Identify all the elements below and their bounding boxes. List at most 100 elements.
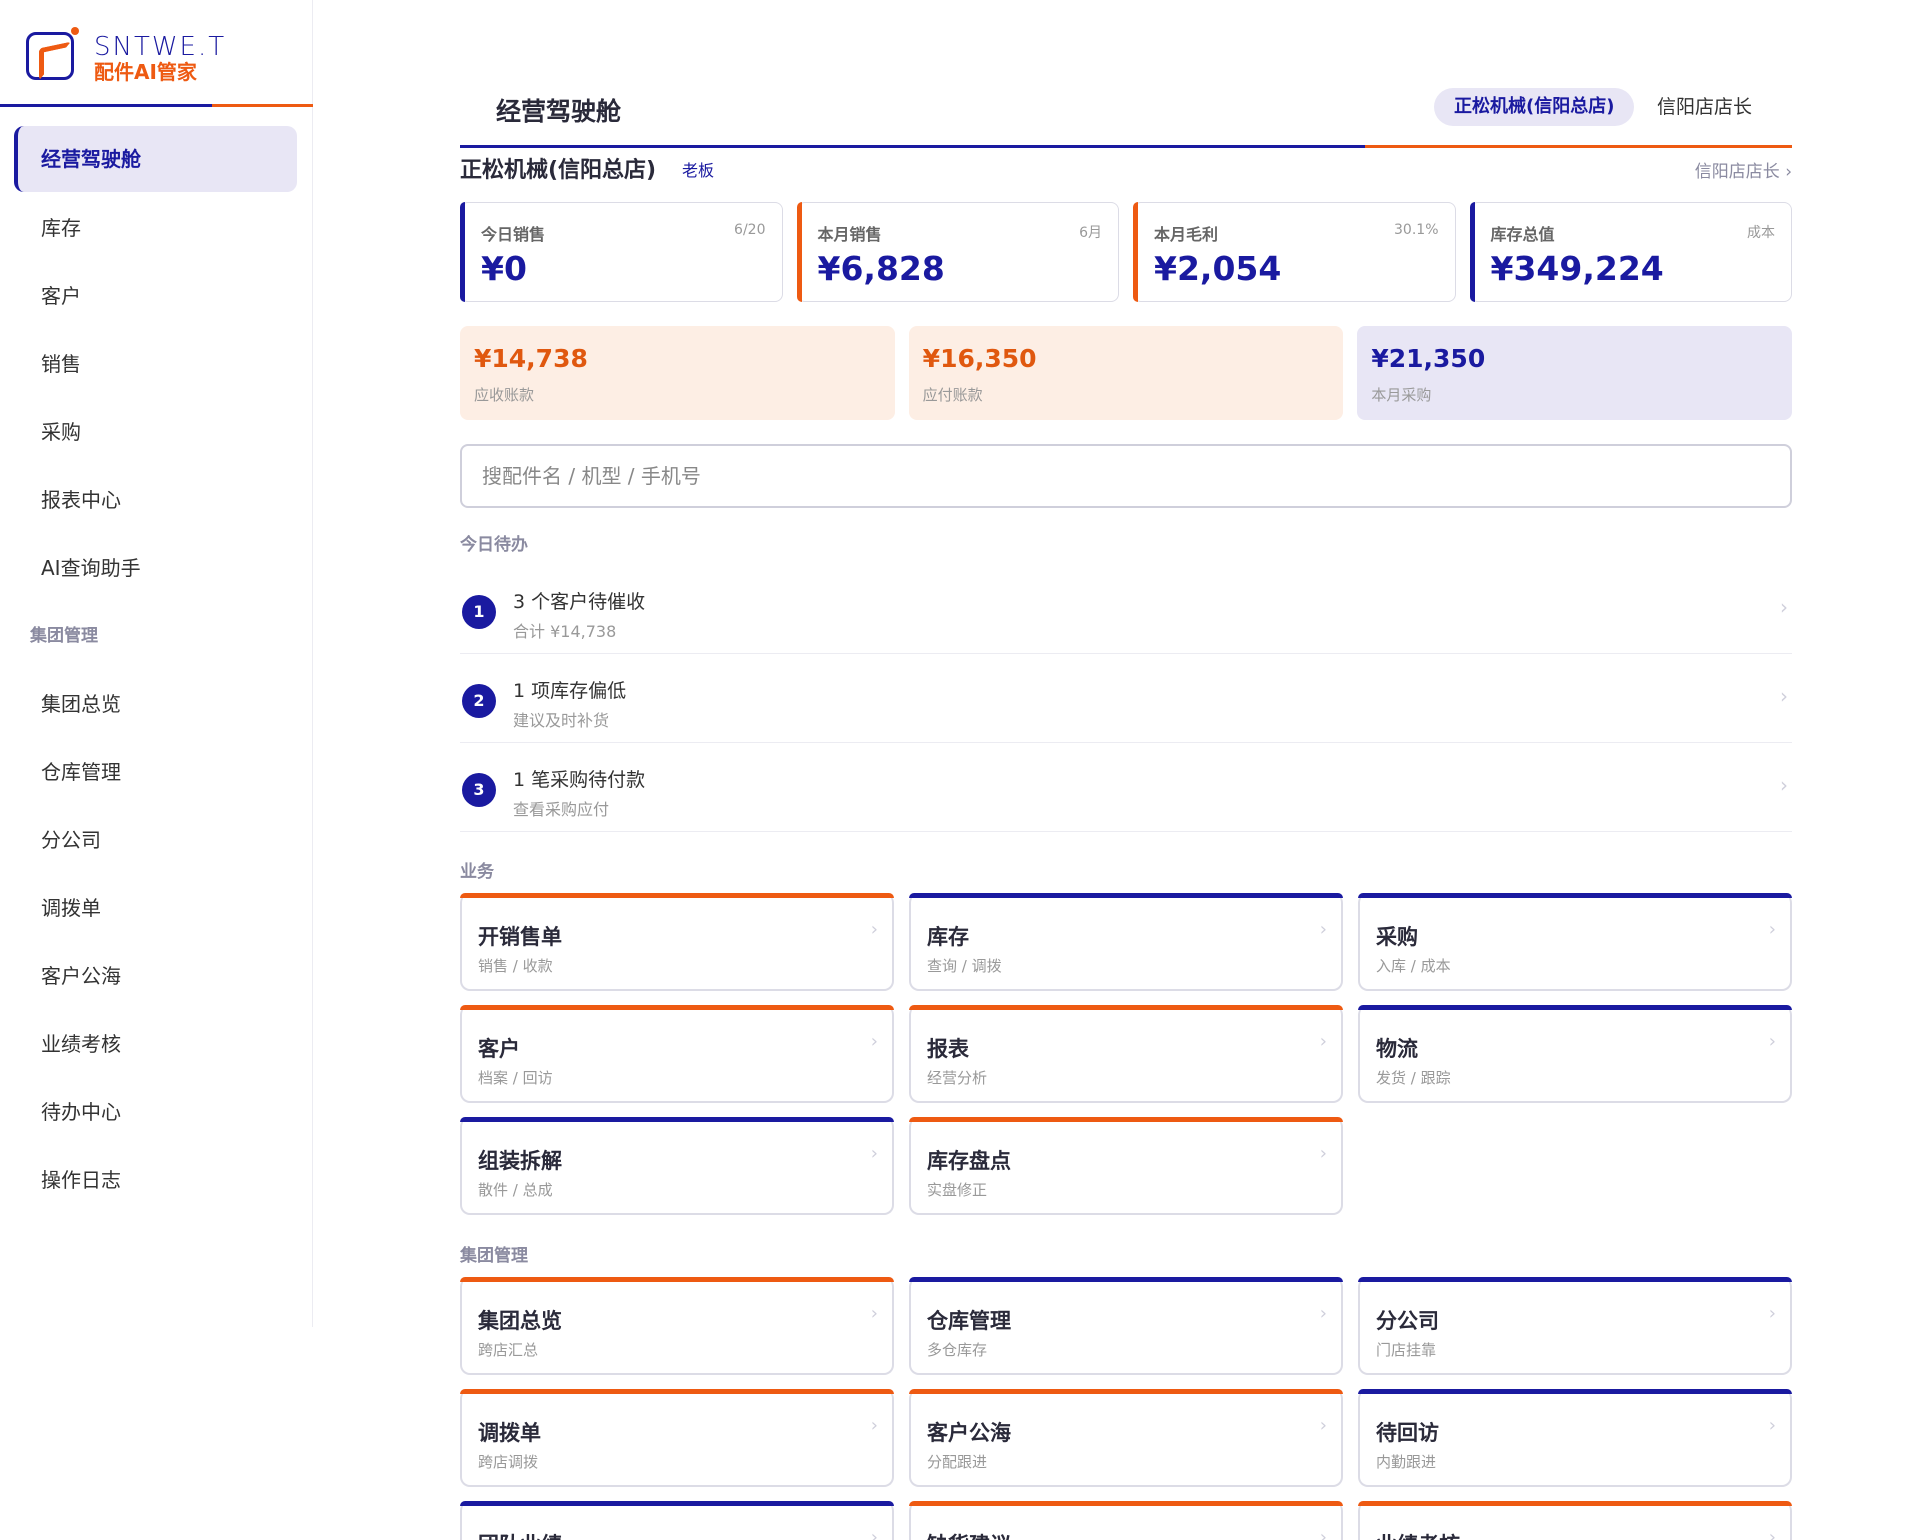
tile-warehouse[interactable]: 仓库管理 多仓库存 ›	[909, 1277, 1343, 1375]
sidebar-item-transfers[interactable]: 调拨单	[14, 874, 297, 942]
tile-inventory[interactable]: 库存 查询 / 调拨 ›	[909, 893, 1343, 991]
todo-subtitle: 合计 ¥14,738	[513, 622, 617, 641]
sidebar-item-customer-pool[interactable]: 客户公海	[14, 942, 297, 1010]
tile-subtitle: 实盘修正	[927, 1181, 988, 1199]
sidebar-item-warehouse[interactable]: 仓库管理	[14, 738, 297, 806]
kpi-tag: 成本	[1747, 225, 1775, 241]
tile-purchasing[interactable]: 采购 入库 / 成本 ›	[1358, 893, 1792, 991]
chevron-right-icon: ›	[870, 1031, 878, 1052]
todo-subtitle: 查看采购应付	[513, 800, 610, 819]
money-label: 应收账款	[474, 386, 535, 404]
tile-transfers[interactable]: 调拨单 跨店调拨 ›	[460, 1389, 894, 1487]
tile-pending-followup[interactable]: 待回访 内勤跟进 ›	[1358, 1389, 1792, 1487]
tile-subtitle: 入库 / 成本	[1376, 957, 1451, 975]
tile-stocktake[interactable]: 库存盘点 实盘修正 ›	[909, 1117, 1343, 1215]
tile-title: 待回访	[1376, 1421, 1439, 1445]
tile-performance-review[interactable]: 业绩考核 ›	[1358, 1501, 1792, 1540]
chevron-right-icon: ›	[1319, 1303, 1327, 1324]
sidebar-nav: 经营驾驶舱 库存 客户 销售 采购 报表中心 AI查询助手 集团管理 集团总览 …	[0, 126, 313, 1214]
chevron-right-icon: ›	[1768, 1031, 1776, 1052]
tile-title: 客户	[478, 1037, 520, 1061]
sidebar-item-group-overview[interactable]: 集团总览	[14, 670, 297, 738]
sidebar-item-reports[interactable]: 报表中心	[14, 466, 297, 534]
tile-shortage-suggestions[interactable]: 缺货建议 ›	[909, 1501, 1343, 1540]
switch-role-link[interactable]: 信阳店店长 ›	[1695, 157, 1792, 182]
money-value: ¥21,350	[1371, 344, 1486, 373]
brand-tagline: 配件AI管家	[94, 60, 197, 84]
chevron-right-icon: ›	[1319, 1415, 1327, 1436]
logo-mark-icon	[26, 27, 79, 80]
kpi-value: ¥2,054	[1154, 249, 1282, 288]
sidebar-item-inventory[interactable]: 库存	[14, 194, 297, 262]
kpi-card-today-sales[interactable]: 今日销售 6/20 ¥0	[460, 202, 783, 302]
chevron-right-icon: ›	[1319, 1143, 1327, 1164]
tile-assembly[interactable]: 组装拆解 散件 / 总成 ›	[460, 1117, 894, 1215]
group-grid: 集团总览 跨店汇总 › 仓库管理 多仓库存 › 分公司 门店挂靠 › 调拨单 跨…	[460, 1277, 1792, 1540]
section-title-group: 集团管理	[460, 1246, 528, 1266]
main-content: 经营驾驶舱 正松机械(信阳总店) 信阳店店长 正松机械(信阳总店) 老板 信阳店…	[460, 0, 1793, 1540]
topbar: 经营驾驶舱 正松机械(信阳总店) 信阳店店长	[460, 88, 1792, 148]
sidebar-item-sales[interactable]: 销售	[14, 330, 297, 398]
month-purchase-tile[interactable]: ¥21,350 本月采购	[1357, 326, 1793, 420]
tile-customers[interactable]: 客户 档案 / 回访 ›	[460, 1005, 894, 1103]
tile-subtitle: 发货 / 跟踪	[1376, 1069, 1451, 1087]
money-value: ¥14,738	[474, 344, 588, 373]
todo-item[interactable]: 2 1 项库存偏低 建议及时补货 ›	[460, 654, 1792, 743]
chevron-right-icon: ›	[1780, 684, 1788, 708]
sidebar-item-purchasing[interactable]: 采购	[14, 398, 297, 466]
kpi-card-month-sales[interactable]: 本月销售 6月 ¥6,828	[796, 202, 1119, 302]
page-title: 经营驾驶舱	[496, 97, 622, 126]
tile-branches[interactable]: 分公司 门店挂靠 ›	[1358, 1277, 1792, 1375]
sidebar-item-ai-assistant[interactable]: AI查询助手	[14, 534, 297, 602]
tile-reports[interactable]: 报表 经营分析 ›	[909, 1005, 1343, 1103]
tile-logistics[interactable]: 物流 发货 / 跟踪 ›	[1358, 1005, 1792, 1103]
kpi-value: ¥6,828	[817, 249, 945, 288]
money-value: ¥16,350	[922, 344, 1037, 373]
sidebar-item-performance[interactable]: 业绩考核	[14, 1010, 297, 1078]
chevron-right-icon: ›	[1780, 773, 1788, 797]
sidebar-item-branches[interactable]: 分公司	[14, 806, 297, 874]
tile-group-overview[interactable]: 集团总览 跨店汇总 ›	[460, 1277, 894, 1375]
tile-title: 分公司	[1376, 1309, 1439, 1333]
chevron-right-icon: ›	[870, 919, 878, 940]
kpi-card-month-profit[interactable]: 本月毛利 30.1% ¥2,054	[1133, 202, 1456, 302]
todo-item[interactable]: 1 3 个客户待催收 合计 ¥14,738 ›	[460, 565, 1792, 654]
todo-number-badge: 1	[462, 595, 496, 629]
tile-team-performance[interactable]: 团队业绩 ›	[460, 1501, 894, 1540]
search-input[interactable]	[462, 446, 1790, 506]
sidebar-item-dashboard[interactable]: 经营驾驶舱	[14, 126, 297, 192]
store-switcher-chip[interactable]: 正松机械(信阳总店)	[1434, 88, 1635, 126]
role-label[interactable]: 信阳店店长	[1657, 88, 1752, 126]
todo-title: 3 个客户待催收	[513, 591, 646, 613]
tile-new-sale[interactable]: 开销售单 销售 / 收款 ›	[460, 893, 894, 991]
tile-subtitle: 档案 / 回访	[478, 1069, 553, 1087]
tile-title: 业绩考核	[1376, 1529, 1460, 1540]
money-label: 应付账款	[922, 386, 983, 404]
topbar-divider	[460, 145, 1792, 148]
chevron-right-icon: ›	[870, 1303, 878, 1324]
payables-tile[interactable]: ¥16,350 应付账款	[908, 326, 1344, 420]
kpi-value: ¥349,224	[1490, 249, 1664, 288]
tile-subtitle: 查询 / 调拨	[927, 957, 1002, 975]
chevron-right-icon: ›	[870, 1415, 878, 1436]
chevron-right-icon: ›	[1319, 919, 1327, 940]
tile-title: 客户公海	[927, 1421, 1011, 1445]
sidebar-item-audit-log[interactable]: 操作日志	[14, 1146, 297, 1214]
sidebar: SNTWE.T 配件AI管家 经营驾驶舱 库存 客户 销售 采购 报表中心 AI…	[0, 0, 313, 1327]
tile-title: 报表	[927, 1037, 969, 1061]
tile-title: 缺货建议	[927, 1529, 1011, 1540]
chevron-right-icon: ›	[1780, 595, 1788, 619]
kpi-label: 本月销售	[817, 225, 882, 244]
tile-subtitle: 经营分析	[927, 1069, 988, 1087]
tile-title: 物流	[1376, 1037, 1418, 1061]
receivables-tile[interactable]: ¥14,738 应收账款	[460, 326, 895, 420]
sidebar-item-customers[interactable]: 客户	[14, 262, 297, 330]
tile-title: 开销售单	[478, 925, 562, 949]
tile-title: 库存	[927, 925, 969, 949]
kpi-card-inventory-value[interactable]: 库存总值 成本 ¥349,224	[1469, 202, 1792, 302]
brand-logo[interactable]: SNTWE.T 配件AI管家	[26, 27, 266, 84]
tile-title: 采购	[1376, 925, 1418, 949]
tile-customer-pool[interactable]: 客户公海 分配跟进 ›	[909, 1389, 1343, 1487]
todo-item[interactable]: 3 1 笔采购待付款 查看采购应付 ›	[460, 743, 1792, 832]
sidebar-item-todo-center[interactable]: 待办中心	[14, 1078, 297, 1146]
